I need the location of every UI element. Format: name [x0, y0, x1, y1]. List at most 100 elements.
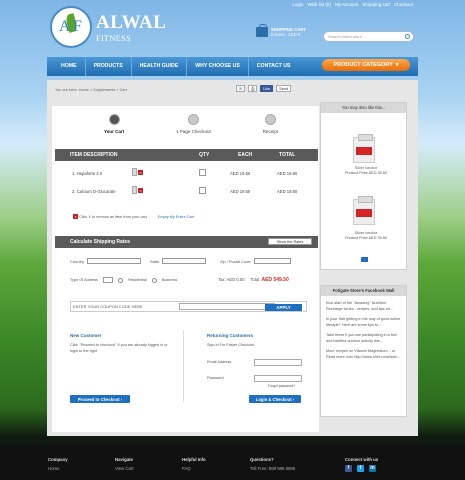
footer-col-questions: Questions? Toll Free: 888 888 8888 [250, 457, 295, 471]
password-label: Password [207, 376, 224, 380]
search-icon[interactable] [405, 34, 410, 39]
facebook-post[interactable]: Take these if you are participating in a… [326, 332, 401, 344]
product-thumbnail [132, 186, 137, 194]
check-icon [187, 114, 199, 125]
product-caption[interactable]: Silver Ionolox Product Price AED 35.50 [341, 231, 391, 241]
facebook-wall-widget: Fotigate Store's Facebook Wall Kick star… [320, 285, 407, 417]
remove-icon[interactable]: × [138, 170, 143, 175]
quantity-stepper[interactable] [199, 187, 206, 194]
shopping-cart-link[interactable]: Shopping cart [362, 2, 390, 7]
returning-text: Sign in For Faster Checkout [207, 343, 255, 347]
item-total: AED 19.50 [277, 171, 298, 176]
step-label: Your Cart [104, 129, 125, 134]
footer-phone: Toll Free: 888 888 8888 [250, 466, 296, 471]
product-price: Product Price AED 35.50 [345, 170, 387, 175]
logo-emblem: A F [50, 6, 92, 48]
col-total: TOTAL [279, 152, 296, 158]
mini-cart[interactable]: SHOPPING CART 0 items - AED 0 [256, 24, 306, 37]
footer-title: Questions? [250, 457, 274, 462]
step-one-page-checkout: 1 Page Checkout [176, 114, 211, 134]
residential-radio[interactable] [118, 277, 124, 283]
email-field[interactable] [254, 359, 302, 366]
facebook-post[interactable]: More recipes on Vitamin Magnesium... or … [326, 348, 401, 360]
footer-title: Navigate [115, 457, 133, 462]
logo[interactable]: A F ALWAL FITNESS [50, 6, 166, 48]
my-account-link[interactable]: My Account [335, 2, 358, 7]
coupon-label: ENTER YOUR COUPON CODE HERE [73, 304, 143, 309]
wishlist-link[interactable]: Wish list (0) [307, 2, 331, 7]
new-customer-text: Click "Proceed to checkout" if you are a… [70, 343, 168, 353]
step-receipt: Receipt [263, 114, 278, 134]
step-indicator-icon [108, 114, 120, 125]
cart-table-header: ITEM DESCRIPTION QTY EACH TOTAL [55, 149, 318, 161]
send-label: Send [279, 86, 289, 91]
facebook-post[interactable]: Is your Salt getting in the way of good … [326, 316, 401, 328]
address-type-label: Type Of Address [70, 278, 99, 282]
business-label: Business [161, 278, 178, 282]
linkedin-icon[interactable]: in [369, 465, 376, 472]
facebook-icon[interactable]: f [345, 465, 352, 472]
state-select[interactable] [162, 258, 207, 264]
scroll-down-icon[interactable] [361, 257, 368, 262]
like-label: Like [263, 86, 271, 91]
forgot-password-link[interactable]: Forgot password? [268, 384, 295, 389]
facebook-post[interactable]: Kick start of the "Amazing" Nutrition Re… [326, 300, 401, 312]
proceed-to-checkout-button[interactable]: Proceed to Checkout › [70, 395, 130, 403]
product-image[interactable] [353, 134, 375, 163]
share-icon[interactable]: ✉ [236, 85, 246, 92]
returning-customers-title: Returning Customers [207, 333, 254, 338]
step-indicator-icon [264, 114, 276, 125]
logo-initial-f: F [73, 18, 82, 35]
tax-value: Tax: AED 0.00 [218, 277, 245, 282]
footer-col-helpful-info: Helpful Info FAQ [182, 457, 206, 471]
product-caption[interactable]: Silver Ionolox Product Price AED 35.50 [341, 166, 391, 176]
footer-link[interactable]: View Cart [115, 466, 134, 471]
product-price: Product Price AED 35.50 [345, 235, 387, 240]
zip-field: Zip / Postal Code [220, 258, 291, 264]
show-rates-button[interactable]: Show the Rates [268, 238, 312, 245]
facebook-send-button[interactable]: Send [276, 85, 292, 92]
table-row: 2. Calcium D-Glucarate × AED 19.50 AED 1… [70, 186, 310, 198]
share-bar: ✉ ⎙ Like Send [236, 85, 292, 92]
item-name[interactable]: 2. Calcium D-Glucarate [72, 189, 116, 194]
product-thumbnail [132, 168, 137, 176]
nav-why-choose-us[interactable]: WHY CHOOSE US [187, 57, 249, 76]
facebook-wall-title: Fotigate Store's Facebook Wall [321, 286, 406, 296]
email-label: Email Address [207, 360, 232, 364]
empty-cart-link[interactable]: Empty My Entire Cart [158, 215, 194, 219]
also-like-widget: You may also like this... Silver Ionolox… [320, 102, 407, 270]
cart-summary: 0 items - AED 0 [271, 32, 301, 37]
breadcrumb[interactable]: You are here: Home > Supplements > Cart [55, 88, 127, 92]
checkout-link[interactable]: Checkout [394, 2, 413, 7]
footer-link[interactable]: Home [48, 466, 68, 471]
search-input[interactable]: Search entire store [323, 31, 414, 42]
remove-icon[interactable]: × [138, 188, 143, 193]
total-value: AED 549.50 [261, 277, 289, 283]
apply-coupon-button[interactable]: APPLY [265, 304, 302, 311]
item-name[interactable]: 1. Hepaforte 2.0 [72, 171, 102, 176]
quantity-stepper[interactable] [199, 169, 206, 176]
facebook-like-button[interactable]: Like [260, 85, 274, 92]
country-field: Country [70, 258, 142, 264]
divider [183, 330, 184, 402]
nav-contact-us[interactable]: CONTACT US [249, 57, 299, 76]
total-label: Total: [250, 277, 261, 282]
product-image[interactable] [353, 196, 375, 225]
login-checkout-button[interactable]: Login & Checkout › [249, 395, 301, 403]
business-radio[interactable] [151, 277, 157, 283]
twitter-icon[interactable]: t [357, 465, 364, 472]
print-icon[interactable]: ⎙ [248, 85, 258, 92]
nav-home[interactable]: HOME [53, 57, 86, 76]
address-type-select[interactable] [103, 277, 114, 283]
login-link[interactable]: Login [292, 2, 303, 7]
product-category-button[interactable]: PRODUCT CATEGORY ▾ [322, 59, 410, 71]
password-field[interactable] [254, 375, 302, 382]
nav-health-guide[interactable]: HEALTH GUIDE [132, 57, 188, 76]
footer-link[interactable]: FAQ [182, 466, 206, 471]
nav-products[interactable]: PRODUCTS [86, 57, 132, 76]
cart-note: × Click X to remove an item from your ca… [73, 214, 194, 219]
zip-input[interactable] [253, 258, 291, 264]
country-select[interactable] [87, 258, 142, 264]
coupon-input[interactable] [178, 303, 275, 310]
search-placeholder: Search entire store [328, 34, 362, 39]
